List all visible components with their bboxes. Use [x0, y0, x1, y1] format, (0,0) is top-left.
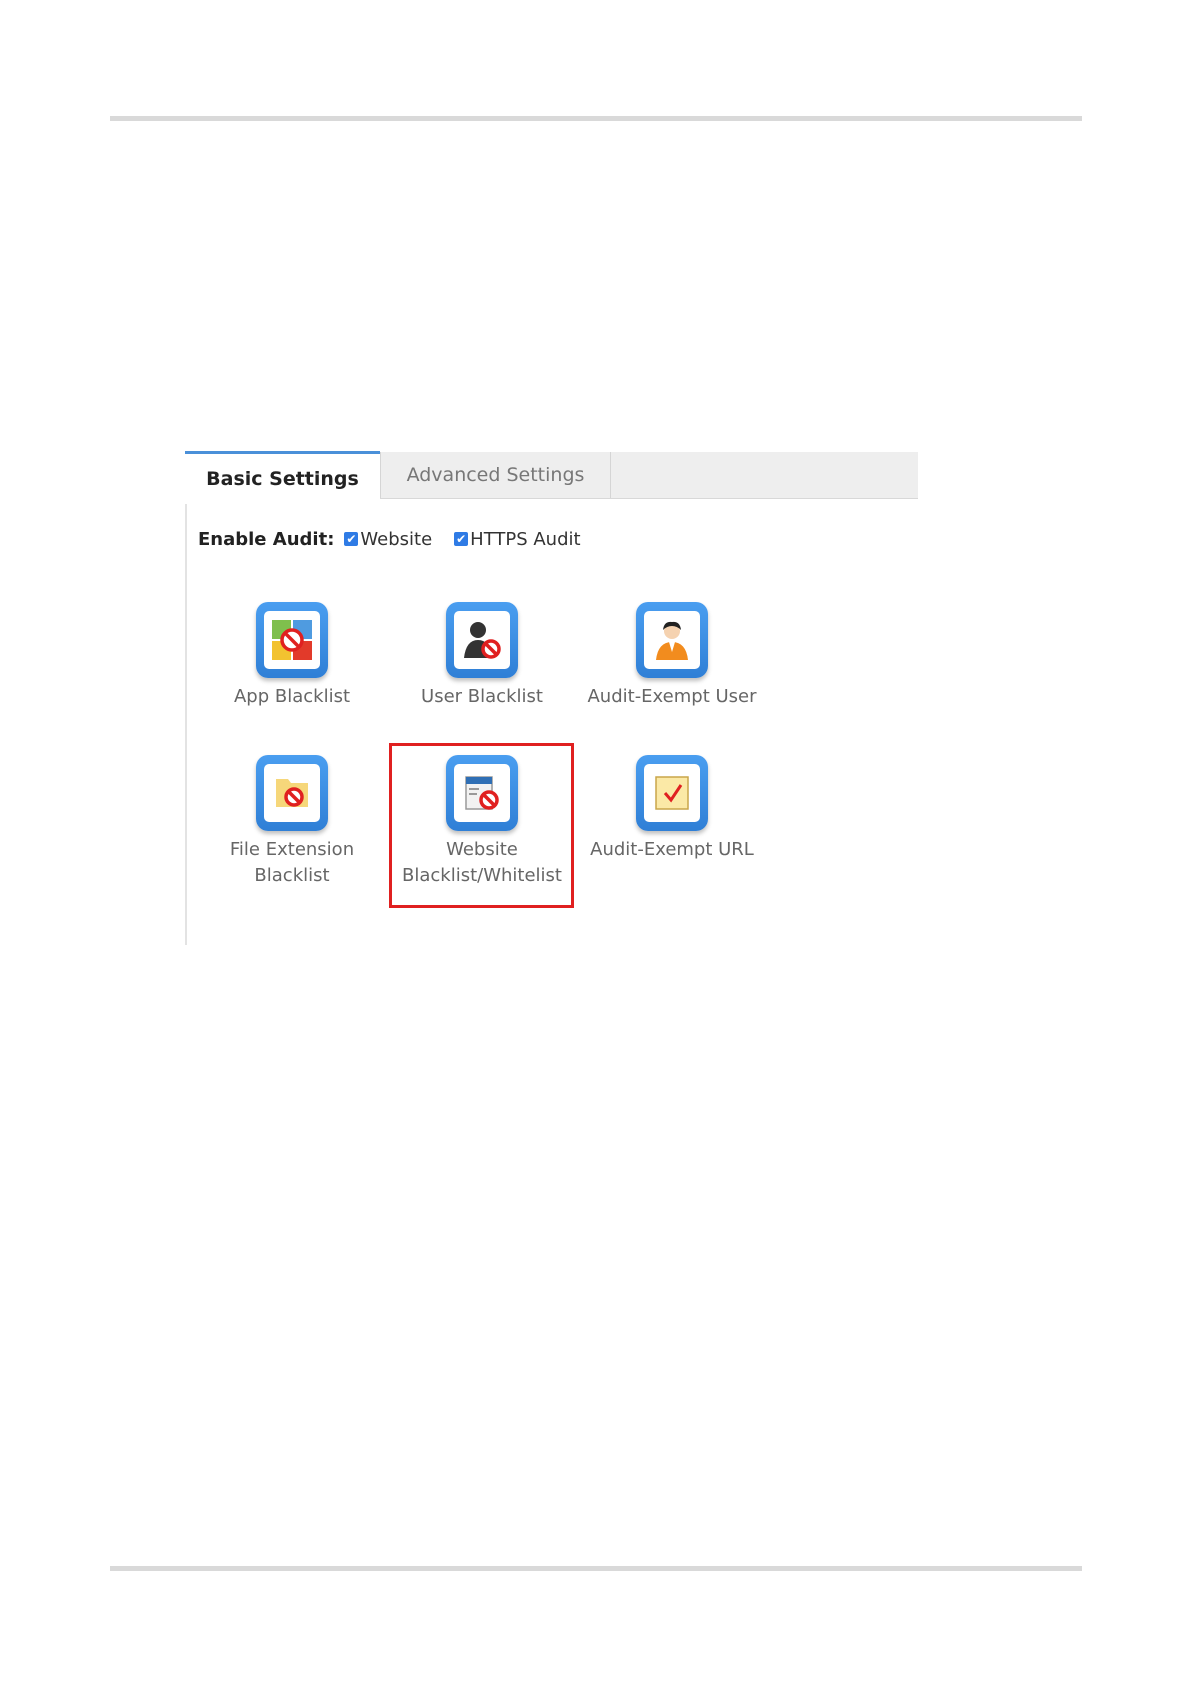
audit-exempt-url-label: Audit-Exempt URL — [590, 839, 754, 860]
audit-exempt-url-tile[interactable]: Audit-Exempt URL — [572, 755, 772, 863]
https-audit-checkbox-label: HTTPS Audit — [470, 528, 581, 550]
user-blacklist-label: User Blacklist — [421, 686, 543, 707]
tab-basic-settings[interactable]: Basic Settings — [185, 451, 380, 504]
enable-audit-label: Enable Audit: — [198, 528, 335, 550]
file-extension-blacklist-icon — [256, 755, 328, 831]
website-blacklist-icon — [446, 755, 518, 831]
audit-settings-panel: Basic Settings Advanced Settings Enable … — [177, 440, 918, 945]
website-audit-option[interactable]: ✔ Website — [344, 529, 432, 550]
file-extension-blacklist-label: File Extension Blacklist — [229, 839, 355, 886]
app-blacklist-label: App Blacklist — [233, 686, 351, 707]
app-blacklist-tile[interactable]: App Blacklist — [192, 602, 392, 710]
tab-advanced-settings[interactable]: Advanced Settings — [380, 452, 611, 498]
page-header-rule — [110, 116, 1082, 121]
audit-exempt-user-icon — [636, 602, 708, 678]
https-audit-checkbox[interactable]: ✔ — [454, 532, 469, 546]
enable-audit-row: Enable Audit: ✔ Website ✔ HTTPS Audit — [198, 524, 603, 554]
audit-exempt-user-tile[interactable]: Audit-Exempt User — [572, 602, 772, 710]
audit-exempt-url-icon — [636, 755, 708, 831]
file-extension-blacklist-tile[interactable]: File Extension Blacklist — [192, 755, 392, 889]
website-blacklist-whitelist-tile[interactable]: Website Blacklist/Whitelist — [382, 755, 582, 889]
website-blacklist-whitelist-label: Website Blacklist/Whitelist — [402, 839, 562, 886]
website-checkbox[interactable]: ✔ — [344, 532, 359, 546]
user-blacklist-icon — [446, 602, 518, 678]
app-blacklist-icon — [256, 602, 328, 678]
audit-exempt-user-label: Audit-Exempt User — [587, 686, 757, 707]
user-blacklist-tile[interactable]: User Blacklist — [382, 602, 582, 710]
page-footer-rule — [110, 1566, 1082, 1571]
panel-border — [185, 452, 187, 945]
tab-bar: Basic Settings Advanced Settings — [185, 451, 918, 504]
website-checkbox-label: Website — [360, 528, 433, 550]
https-audit-option[interactable]: ✔ HTTPS Audit — [454, 528, 581, 550]
